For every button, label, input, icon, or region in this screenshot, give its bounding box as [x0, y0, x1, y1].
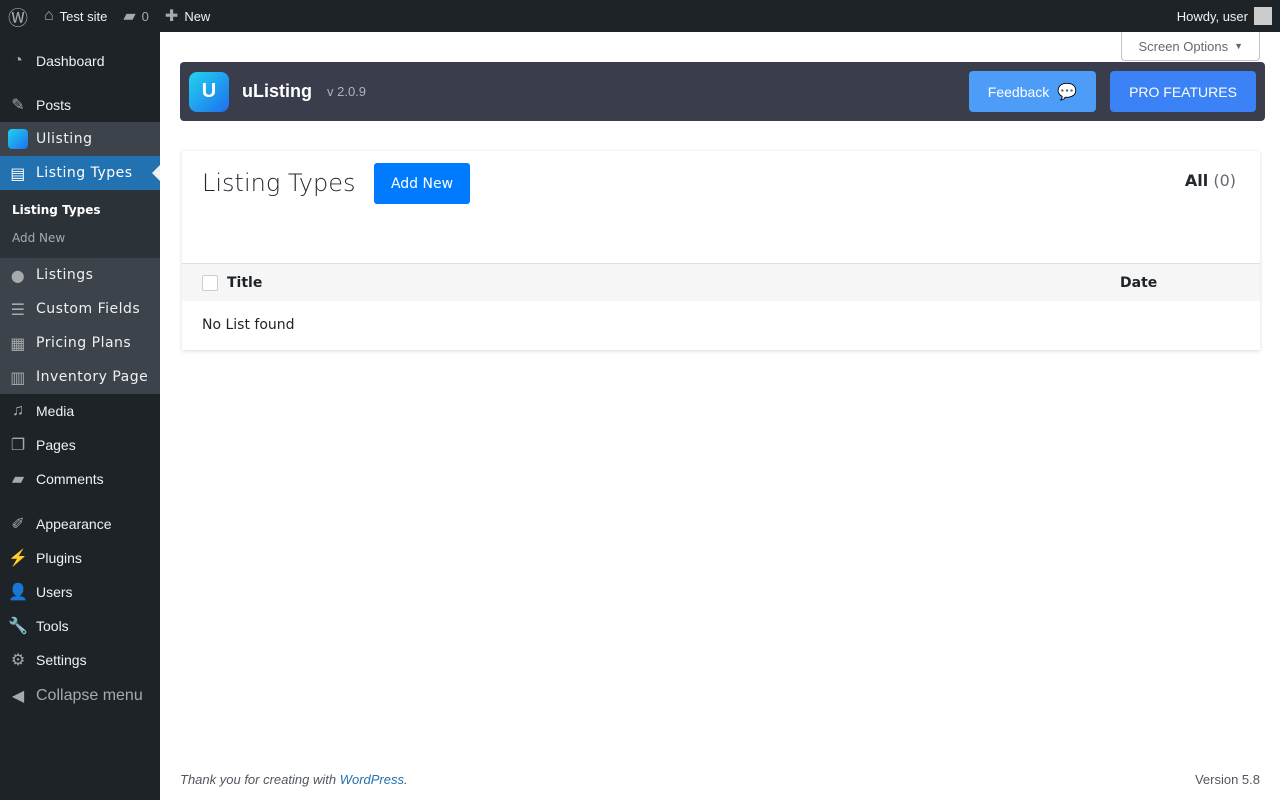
submenu-add-new[interactable]: Add New — [0, 224, 160, 252]
all-label: All — [1184, 171, 1209, 190]
wrench-icon: 🔧 — [8, 618, 28, 635]
screen-options-label: Screen Options — [1138, 38, 1229, 54]
menu-tools[interactable]: 🔧 Tools — [0, 609, 160, 643]
user-icon: 👤 — [8, 584, 28, 601]
menu-pricing-plans[interactable]: ▦ Pricing Plans — [0, 326, 160, 360]
plug-icon: ⚡ — [8, 550, 28, 567]
collapse-menu-button[interactable]: ◀ Collapse menu — [0, 677, 160, 715]
account-menu[interactable]: Howdy, user — [1177, 7, 1280, 25]
menu-label: Pricing Plans — [36, 335, 132, 351]
collapse-icon: ◀ — [11, 688, 25, 705]
menu-media[interactable]: ♫ Media — [0, 394, 160, 428]
column-date[interactable]: Date — [1120, 275, 1157, 291]
menu-inventory-page[interactable]: ▥ Inventory Page — [0, 360, 160, 394]
menu-listings[interactable]: ● Listings — [0, 258, 160, 292]
footer-thanks: Thank you for creating with WordPress. — [180, 772, 408, 787]
menu-label: Tools — [36, 618, 69, 634]
menu-custom-fields[interactable]: ☰ Custom Fields — [0, 292, 160, 326]
version-label: v 2.0.9 — [327, 84, 367, 99]
table-header: Title Date — [182, 263, 1260, 301]
menu-label: Comments — [36, 471, 104, 487]
menu-label: Users — [36, 584, 73, 600]
ulisting-icon — [0, 129, 36, 150]
pro-features-button[interactable]: PRO FEATURES — [1110, 71, 1256, 112]
comment-icon: ▰ — [123, 8, 136, 25]
admin-menu: ◔ Dashboard ✎ Posts Ulisting ▤ Listing Type… — [0, 32, 160, 800]
select-all-checkbox[interactable] — [202, 274, 218, 291]
plus-icon: ✚ — [164, 8, 179, 25]
all-count: (0) — [1213, 171, 1236, 190]
menu-posts[interactable]: ✎ Posts — [0, 88, 160, 122]
page-title: Listing Types — [202, 169, 356, 197]
menu-label: Dashboard — [36, 53, 105, 69]
avatar — [1254, 7, 1272, 25]
add-new-button[interactable]: Add New — [374, 163, 470, 204]
comment-icon: ▰ — [11, 471, 25, 488]
comments-link[interactable]: ▰ 0 — [115, 0, 157, 32]
table-icon: ▦ — [10, 333, 26, 353]
new-content-link[interactable]: ✚ New — [157, 0, 218, 32]
menu-lines-icon: ☰ — [10, 299, 26, 319]
menu-users[interactable]: 👤 Users — [0, 575, 160, 609]
home-icon: ⌂ — [44, 7, 54, 24]
filter-all[interactable]: All (0) — [1185, 171, 1236, 190]
wordpress-icon: Ⓦ — [8, 7, 28, 30]
footer-version: Version 5.8 — [1194, 772, 1260, 787]
main-content: Screen Options ▼ U uListing v 2.0.9 Feedb… — [160, 32, 1280, 800]
menu-label: Listings — [36, 267, 94, 283]
menu-ulisting[interactable]: Ulisting — [0, 122, 160, 156]
new-label: New — [184, 8, 211, 24]
menu-appearance[interactable]: ✐ Appearance — [0, 507, 160, 541]
location-icon: ● — [10, 265, 26, 285]
menu-label: Listing Types — [36, 165, 133, 181]
layout-icon: ▥ — [10, 367, 26, 387]
menu-plugins[interactable]: ⚡ Plugins — [0, 541, 160, 575]
site-name: Test site — [59, 8, 108, 24]
thanks-text: Thank you for creating with — [180, 772, 340, 787]
column-title[interactable]: Title — [227, 275, 262, 291]
menu-label: Pages — [36, 437, 76, 453]
pages-icon: ❐ — [10, 437, 26, 454]
menu-dashboard[interactable]: ◔ Dashboard — [0, 44, 160, 78]
menu-label: Posts — [36, 97, 72, 113]
menu-label: Custom Fields — [36, 301, 141, 317]
feedback-button[interactable]: Feedback 💬 — [969, 71, 1096, 112]
menu-settings[interactable]: ⚙ Settings — [0, 643, 160, 677]
comment-count: 0 — [141, 8, 149, 24]
menu-label: Appearance — [36, 516, 112, 532]
howdy-text: Howdy, user — [1176, 8, 1248, 24]
menu-comments[interactable]: ▰ Comments — [0, 462, 160, 496]
brand-name: uListing — [242, 81, 312, 101]
menu-label: Collapse menu — [36, 687, 143, 704]
submenu: Listing Types Add New — [0, 190, 160, 258]
dashboard-icon: ◔ — [13, 52, 23, 69]
screen-options-button[interactable]: Screen Options ▼ — [1121, 32, 1260, 61]
listing-types-card: Listing Types Add New All (0) Title Date… — [182, 151, 1260, 350]
media-icon: ♫ — [12, 402, 24, 419]
brush-icon: ✐ — [11, 516, 25, 533]
admin-bar: Ⓦ ⌂ Test site ▰ 0 ✚ New Howdy, user — [0, 0, 1280, 32]
listing-types-icon: ▤ — [10, 163, 26, 183]
menu-label: Plugins — [36, 550, 82, 566]
wordpress-logo-button[interactable]: Ⓦ — [0, 0, 36, 32]
ulisting-logo: U — [189, 71, 229, 112]
submenu-listing-types[interactable]: Listing Types — [0, 196, 160, 224]
settings-icon: ⚙ — [10, 652, 26, 669]
period: . — [404, 772, 408, 787]
empty-message: No List found — [202, 317, 295, 333]
menu-listing-types[interactable]: ▤ Listing Types — [0, 156, 160, 190]
menu-label: Settings — [36, 652, 87, 668]
menu-label: Inventory Page — [36, 369, 149, 385]
caret-down-icon: ▼ — [1234, 41, 1243, 51]
menu-pages[interactable]: ❐ Pages — [0, 428, 160, 462]
chat-bubble-icon: 💬 — [1057, 83, 1078, 101]
wordpress-link[interactable]: WordPress — [340, 772, 404, 787]
site-link[interactable]: ⌂ Test site — [36, 0, 115, 32]
menu-label: Media — [36, 403, 75, 419]
menu-label: Ulisting — [36, 131, 93, 147]
ulisting-header: U uListing v 2.0.9 Feedback 💬 PRO FEATURE… — [180, 62, 1265, 121]
pin-icon: ✎ — [11, 97, 25, 114]
feedback-label: Feedback — [987, 83, 1050, 100]
